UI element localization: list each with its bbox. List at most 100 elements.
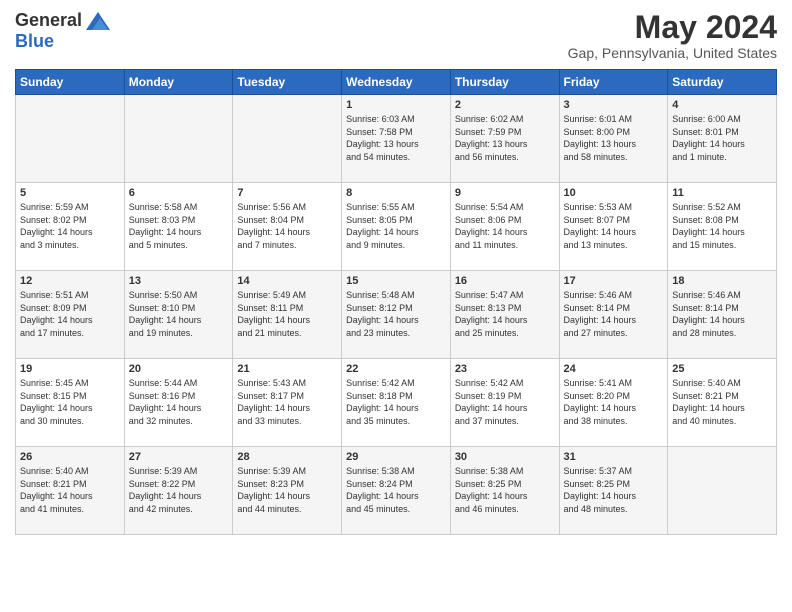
day-number: 26 [20,451,120,463]
header-day-monday: Monday [124,70,233,95]
day-cell: 25 Sunrise: 5:40 AM Sunset: 8:21 PM Dayli… [668,359,777,447]
day-info: Sunrise: 5:39 AM Sunset: 8:23 PM Dayligh… [237,465,337,515]
day-cell: 29 Sunrise: 5:38 AM Sunset: 8:24 PM Dayli… [342,447,451,535]
day-info: Sunrise: 5:42 AM Sunset: 8:19 PM Dayligh… [455,377,555,427]
week-row-2: 5 Sunrise: 5:59 AM Sunset: 8:02 PM Daylig… [16,183,777,271]
day-cell: 12Sunrise: 5:51 AM Sunset: 8:09 PM Dayli… [16,271,125,359]
day-number: 10 [564,187,664,199]
day-number: 12 [20,275,120,287]
day-cell: 13 Sunrise: 5:50 AM Sunset: 8:10 PM Dayli… [124,271,233,359]
week-row-4: 19 Sunrise: 5:45 AM Sunset: 8:15 PM Dayli… [16,359,777,447]
logo-general-text: General [15,10,82,31]
day-cell: 24Sunrise: 5:41 AM Sunset: 8:20 PM Dayli… [559,359,668,447]
header: General Blue May 2024 Gap, Pennsylvania,… [15,10,777,61]
day-info: Sunrise: 5:39 AM Sunset: 8:22 PM Dayligh… [129,465,229,515]
day-cell: 14Sunrise: 5:49 AM Sunset: 8:11 PM Dayli… [233,271,342,359]
day-info: Sunrise: 5:40 AM Sunset: 8:21 PM Dayligh… [672,377,772,427]
day-number: 1 [346,99,446,111]
day-number: 6 [129,187,229,199]
day-cell [124,95,233,183]
day-cell: 20 Sunrise: 5:44 AM Sunset: 8:16 PM Dayli… [124,359,233,447]
day-number: 28 [237,451,337,463]
day-number: 13 [129,275,229,287]
day-number: 20 [129,363,229,375]
day-info: Sunrise: 5:41 AM Sunset: 8:20 PM Dayligh… [564,377,664,427]
day-cell: 23 Sunrise: 5:42 AM Sunset: 8:19 PM Dayli… [450,359,559,447]
day-info: Sunrise: 5:38 AM Sunset: 8:25 PM Dayligh… [455,465,555,515]
day-info: Sunrise: 6:00 AM Sunset: 8:01 PM Dayligh… [672,113,772,163]
week-row-3: 12Sunrise: 5:51 AM Sunset: 8:09 PM Dayli… [16,271,777,359]
day-cell [16,95,125,183]
header-day-saturday: Saturday [668,70,777,95]
day-number: 3 [564,99,664,111]
header-day-thursday: Thursday [450,70,559,95]
day-info: Sunrise: 5:54 AM Sunset: 8:06 PM Dayligh… [455,201,555,251]
page-container: General Blue May 2024 Gap, Pennsylvania,… [15,10,777,535]
day-number: 29 [346,451,446,463]
day-info: Sunrise: 5:46 AM Sunset: 8:14 PM Dayligh… [564,289,664,339]
day-cell [668,447,777,535]
day-info: Sunrise: 5:38 AM Sunset: 8:24 PM Dayligh… [346,465,446,515]
day-cell: 28 Sunrise: 5:39 AM Sunset: 8:23 PM Dayli… [233,447,342,535]
day-cell: 22 Sunrise: 5:42 AM Sunset: 8:18 PM Dayli… [342,359,451,447]
day-number: 22 [346,363,446,375]
day-info: Sunrise: 5:59 AM Sunset: 8:02 PM Dayligh… [20,201,120,251]
day-info: Sunrise: 6:02 AM Sunset: 7:59 PM Dayligh… [455,113,555,163]
header-day-wednesday: Wednesday [342,70,451,95]
day-cell: 30 Sunrise: 5:38 AM Sunset: 8:25 PM Dayli… [450,447,559,535]
day-number: 16 [455,275,555,287]
day-cell: 6 Sunrise: 5:58 AM Sunset: 8:03 PM Daylig… [124,183,233,271]
title-block: May 2024 Gap, Pennsylvania, United State… [568,10,777,61]
header-day-friday: Friday [559,70,668,95]
day-number: 9 [455,187,555,199]
day-number: 4 [672,99,772,111]
day-info: Sunrise: 5:56 AM Sunset: 8:04 PM Dayligh… [237,201,337,251]
logo-blue-text: Blue [15,31,54,52]
day-cell: 18 Sunrise: 5:46 AM Sunset: 8:14 PM Dayli… [668,271,777,359]
day-info: Sunrise: 5:46 AM Sunset: 8:14 PM Dayligh… [672,289,772,339]
day-number: 18 [672,275,772,287]
day-info: Sunrise: 5:40 AM Sunset: 8:21 PM Dayligh… [20,465,120,515]
day-cell: 3 Sunrise: 6:01 AM Sunset: 8:00 PM Daylig… [559,95,668,183]
day-info: Sunrise: 5:42 AM Sunset: 8:18 PM Dayligh… [346,377,446,427]
day-cell: 2Sunrise: 6:02 AM Sunset: 7:59 PM Daylig… [450,95,559,183]
day-info: Sunrise: 5:58 AM Sunset: 8:03 PM Dayligh… [129,201,229,251]
day-info: Sunrise: 5:45 AM Sunset: 8:15 PM Dayligh… [20,377,120,427]
calendar-subtitle: Gap, Pennsylvania, United States [568,45,777,61]
logo: General Blue [15,10,110,52]
day-cell: 31Sunrise: 5:37 AM Sunset: 8:25 PM Dayli… [559,447,668,535]
day-number: 7 [237,187,337,199]
day-info: Sunrise: 6:01 AM Sunset: 8:00 PM Dayligh… [564,113,664,163]
day-number: 17 [564,275,664,287]
day-info: Sunrise: 5:50 AM Sunset: 8:10 PM Dayligh… [129,289,229,339]
day-cell: 17 Sunrise: 5:46 AM Sunset: 8:14 PM Dayli… [559,271,668,359]
day-info: Sunrise: 5:44 AM Sunset: 8:16 PM Dayligh… [129,377,229,427]
logo-icon [86,12,110,30]
day-number: 14 [237,275,337,287]
day-number: 11 [672,187,772,199]
day-number: 23 [455,363,555,375]
day-cell [233,95,342,183]
day-cell: 9 Sunrise: 5:54 AM Sunset: 8:06 PM Daylig… [450,183,559,271]
header-row: SundayMondayTuesdayWednesdayThursdayFrid… [16,70,777,95]
day-info: Sunrise: 6:03 AM Sunset: 7:58 PM Dayligh… [346,113,446,163]
day-number: 21 [237,363,337,375]
day-cell: 7 Sunrise: 5:56 AM Sunset: 8:04 PM Daylig… [233,183,342,271]
day-info: Sunrise: 5:47 AM Sunset: 8:13 PM Dayligh… [455,289,555,339]
day-info: Sunrise: 5:55 AM Sunset: 8:05 PM Dayligh… [346,201,446,251]
day-info: Sunrise: 5:52 AM Sunset: 8:08 PM Dayligh… [672,201,772,251]
day-info: Sunrise: 5:43 AM Sunset: 8:17 PM Dayligh… [237,377,337,427]
day-info: Sunrise: 5:48 AM Sunset: 8:12 PM Dayligh… [346,289,446,339]
day-cell: 19 Sunrise: 5:45 AM Sunset: 8:15 PM Dayli… [16,359,125,447]
day-number: 31 [564,451,664,463]
day-number: 25 [672,363,772,375]
day-number: 30 [455,451,555,463]
header-day-sunday: Sunday [16,70,125,95]
day-cell: 8Sunrise: 5:55 AM Sunset: 8:05 PM Daylig… [342,183,451,271]
day-cell: 1 Sunrise: 6:03 AM Sunset: 7:58 PM Daylig… [342,95,451,183]
day-cell: 15Sunrise: 5:48 AM Sunset: 8:12 PM Dayli… [342,271,451,359]
day-number: 19 [20,363,120,375]
day-cell: 26 Sunrise: 5:40 AM Sunset: 8:21 PM Dayli… [16,447,125,535]
day-cell: 10Sunrise: 5:53 AM Sunset: 8:07 PM Dayli… [559,183,668,271]
day-number: 5 [20,187,120,199]
